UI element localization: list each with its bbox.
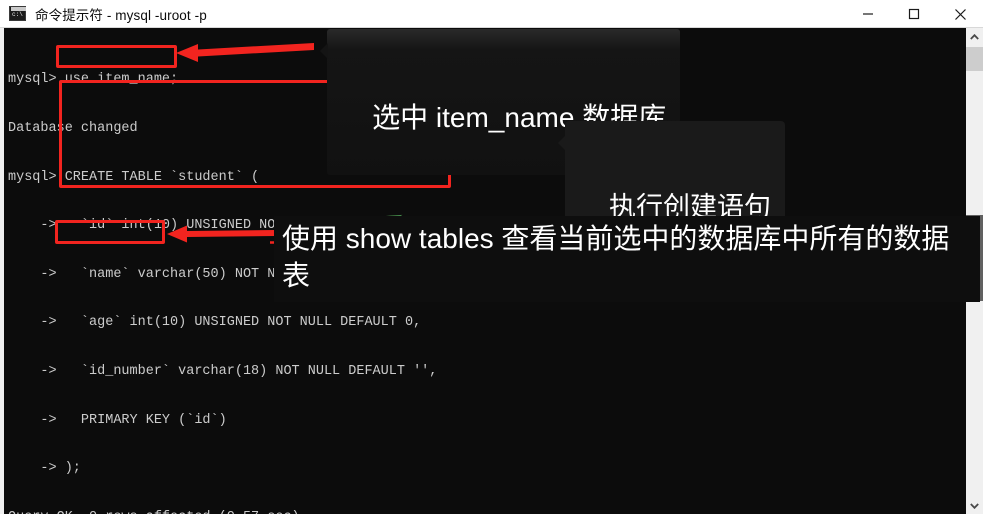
maximize-icon xyxy=(908,8,920,20)
window-title: 命令提示符 - mysql -uroot -p xyxy=(35,7,207,23)
terminal-line: -> ); xyxy=(8,461,81,477)
maximize-button[interactable] xyxy=(891,0,937,28)
close-button[interactable] xyxy=(937,0,983,28)
callout-tail xyxy=(558,135,566,151)
titlebar[interactable]: 命令提示符 - mysql -uroot -p xyxy=(0,0,983,28)
scroll-down-button[interactable] xyxy=(966,497,983,514)
annotation-text-3: 使用 show tables 查看当前选中的数据库中所有的数据表 xyxy=(282,223,950,291)
window-controls xyxy=(845,0,983,28)
cmd-window: 命令提示符 - mysql -uroot -p mysq xyxy=(0,0,983,514)
annotation-callout-3: 使用 show tables 查看当前选中的数据库中所有的数据表 xyxy=(274,216,980,302)
minimize-icon xyxy=(863,13,873,15)
terminal-line: -> `age` int(10) UNSIGNED NOT NULL DEFAU… xyxy=(8,315,422,331)
console-icon xyxy=(9,6,26,21)
minimize-button[interactable] xyxy=(845,0,891,28)
scroll-up-button[interactable] xyxy=(966,28,983,45)
chevron-down-icon xyxy=(970,502,979,509)
terminal-line: -> `id_number` varchar(18) NOT NULL DEFA… xyxy=(8,363,438,379)
callout-tail xyxy=(320,43,328,59)
terminal-line: -> PRIMARY KEY (`id`) xyxy=(8,412,227,428)
terminal-line: Query OK, 0 rows affected (0.57 sec) xyxy=(8,510,454,514)
close-icon xyxy=(954,8,966,20)
chevron-up-icon xyxy=(970,33,979,40)
scrollbar-thumb-upper[interactable] xyxy=(966,47,983,71)
